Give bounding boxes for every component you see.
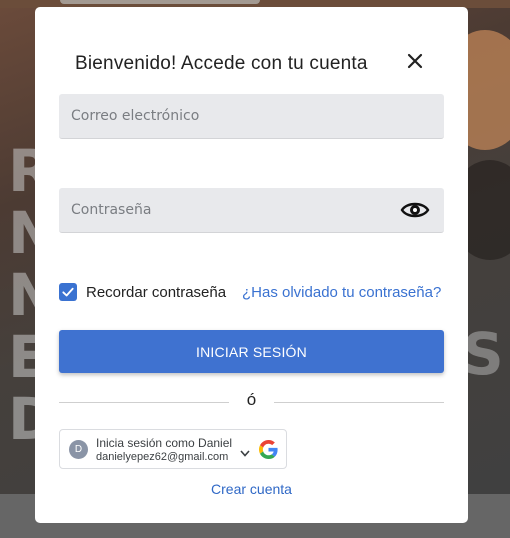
divider-label: ó — [246, 390, 257, 409]
show-password-button[interactable] — [400, 199, 430, 221]
login-modal: Bienvenido! Accede con tu cuenta Recorda… — [35, 7, 468, 523]
divider-line — [274, 402, 444, 403]
close-icon — [407, 53, 423, 69]
google-account-email: danielyepez62@gmail.com — [96, 451, 229, 463]
close-button[interactable] — [405, 51, 425, 71]
eye-icon — [400, 202, 430, 218]
avatar: D — [69, 440, 88, 459]
password-field[interactable] — [59, 188, 444, 232]
email-field[interactable] — [59, 94, 444, 138]
remember-password-checkbox[interactable] — [59, 283, 77, 301]
google-account-name: Inicia sesión como Daniel — [96, 436, 233, 450]
chevron-down-icon — [240, 450, 250, 457]
or-divider: ó — [59, 390, 444, 414]
background-top-tab — [60, 0, 260, 4]
forgot-password-link[interactable]: ¿Has olvidado tu contraseña? — [242, 284, 441, 301]
create-account-link[interactable]: Crear cuenta — [35, 481, 468, 497]
remember-password-label: Recordar contraseña — [86, 283, 227, 301]
background-letter: S — [462, 320, 504, 388]
email-field-container — [59, 94, 444, 139]
google-logo-icon — [259, 440, 278, 459]
google-signin-button[interactable]: D Inicia sesión como Daniel danielyepez6… — [59, 429, 287, 469]
password-field-container — [59, 188, 444, 233]
login-button[interactable]: INICIAR SESIÓN — [59, 330, 444, 373]
modal-title: Bienvenido! Accede con tu cuenta — [75, 53, 368, 74]
checkmark-icon — [62, 287, 74, 297]
remember-password-row: Recordar contraseña — [59, 283, 226, 301]
